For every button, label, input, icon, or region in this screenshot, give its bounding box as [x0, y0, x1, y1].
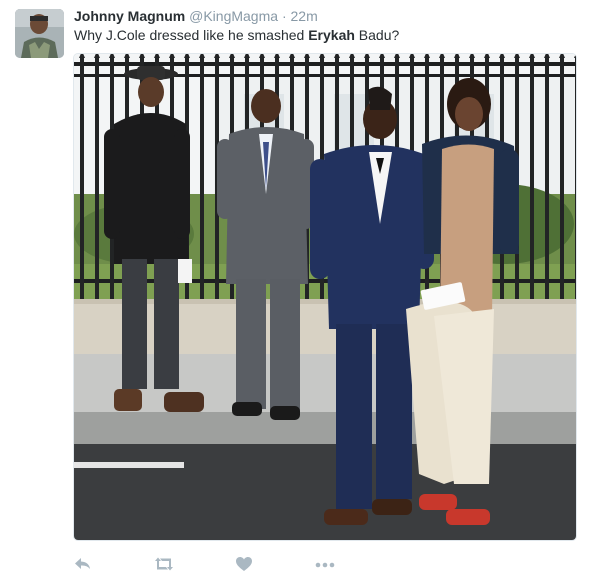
- retweet-button[interactable]: [153, 552, 175, 576]
- separator-dot: ·: [281, 8, 287, 24]
- fence-picket: [575, 56, 576, 301]
- display-name[interactable]: Johnny Magnum: [74, 8, 185, 24]
- avatar-image: [15, 9, 64, 58]
- heart-icon: [236, 557, 252, 571]
- avatar[interactable]: [15, 9, 64, 58]
- tweet-photo[interactable]: [73, 53, 577, 541]
- more-button[interactable]: [314, 552, 336, 576]
- tweet-actions: [74, 552, 374, 576]
- tweet-text: Why J.Cole dressed like he smashed Eryka…: [74, 25, 399, 45]
- fence-picket: [200, 56, 204, 301]
- tweet: Johnny Magnum @KingMagma · 22m Why J.Col…: [0, 0, 590, 587]
- tweet-text-bold: Erykah: [308, 27, 355, 43]
- like-button[interactable]: [235, 552, 253, 576]
- fence-picket: [545, 56, 549, 301]
- tweet-header: Johnny Magnum @KingMagma · 22m: [74, 7, 318, 25]
- timestamp[interactable]: 22m: [291, 8, 318, 24]
- fence-picket: [530, 56, 534, 301]
- fence-picket: [95, 56, 99, 301]
- retweet-icon: [155, 557, 173, 571]
- photo-illustration: [74, 54, 576, 540]
- user-handle[interactable]: @KingMagma: [189, 8, 278, 24]
- reply-icon: [75, 558, 90, 569]
- reply-button[interactable]: [74, 552, 92, 576]
- tweet-text-end: Badu?: [354, 27, 400, 43]
- more-icon: [315, 562, 335, 568]
- fence-picket: [560, 56, 564, 301]
- tweet-text-start: Why J.Cole dressed like he smashed: [74, 27, 309, 43]
- fence-picket: [80, 56, 84, 301]
